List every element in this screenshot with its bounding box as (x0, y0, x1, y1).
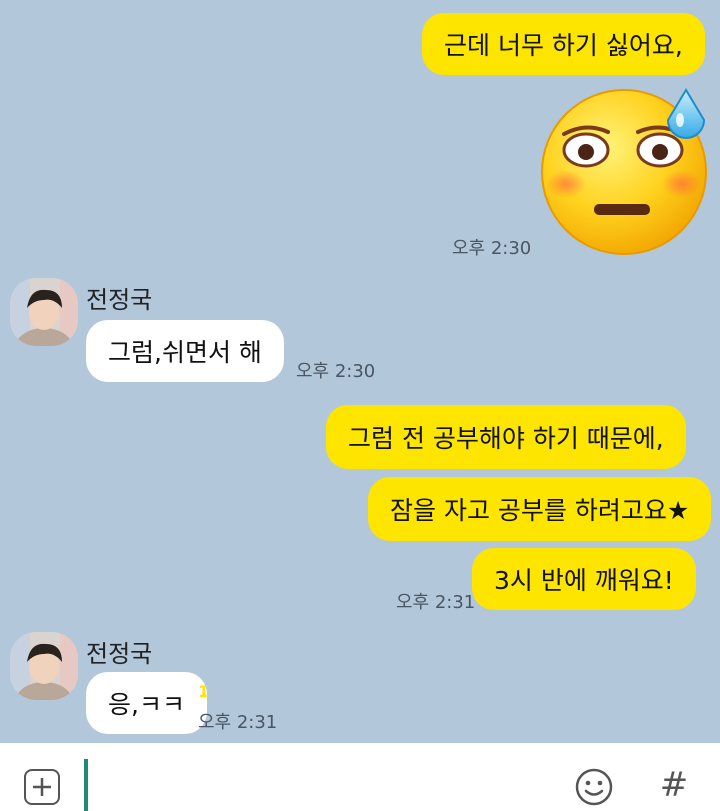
plus-box-icon[interactable] (24, 769, 60, 805)
sender-name: 전정국 (86, 286, 153, 314)
my-message-bubble[interactable]: 잠을 자고 공부를 하려고요★ (368, 477, 712, 541)
message-text: 응,ㅋㅋ (108, 690, 185, 719)
message-text: 잠을 자고 공부를 하려고요★ (390, 496, 690, 525)
my-message-bubble[interactable]: 근데 너무 하기 싫어요, (422, 13, 705, 75)
my-message-bubble[interactable]: 그럼 전 공부해야 하기 때문에, (326, 405, 686, 469)
timestamp: 오후 2:31 (198, 712, 278, 733)
my-message-bubble[interactable]: 3시 반에 깨워요! (472, 548, 696, 610)
sender-name: 전정국 (86, 640, 153, 668)
hashtag-search-button[interactable]: # (654, 763, 694, 807)
message-input-bar: # (0, 743, 720, 811)
profile-photo (10, 278, 78, 346)
text-caret (84, 759, 88, 811)
avatar[interactable] (10, 278, 78, 346)
timestamp: 오후 2:30 (452, 238, 532, 259)
worried-sweat-emoji-sticker[interactable] (536, 86, 714, 258)
message-text: 3시 반에 깨워요! (494, 566, 674, 595)
unread-count: 1 (198, 682, 210, 701)
smiley-icon[interactable] (574, 767, 614, 807)
message-text: 근데 너무 하기 싫어요, (444, 31, 683, 60)
message-text: 그럼,쉬면서 해 (108, 338, 262, 367)
their-message-bubble[interactable]: 그럼,쉬면서 해 (86, 320, 284, 382)
timestamp: 오후 2:30 (296, 361, 376, 382)
avatar[interactable] (10, 632, 78, 700)
message-text: 그럼 전 공부해야 하기 때문에, (348, 424, 664, 453)
message-input[interactable] (84, 757, 554, 811)
profile-photo (10, 632, 78, 700)
timestamp: 오후 2:31 (396, 592, 476, 613)
their-message-bubble[interactable]: 응,ㅋㅋ (86, 672, 207, 734)
